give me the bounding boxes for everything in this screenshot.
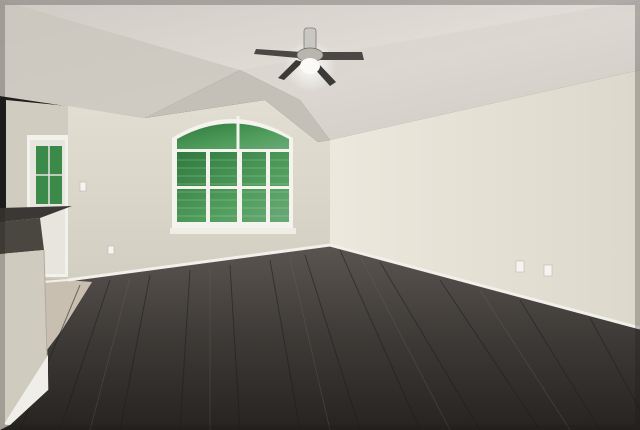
wall-outlet-icon — [515, 260, 525, 273]
arched-window-icon — [170, 116, 296, 234]
wall-outlet-icon — [543, 264, 553, 277]
wall-outlet-icon — [107, 245, 115, 255]
room-photo — [0, 0, 640, 430]
light-switch-icon — [79, 181, 87, 192]
